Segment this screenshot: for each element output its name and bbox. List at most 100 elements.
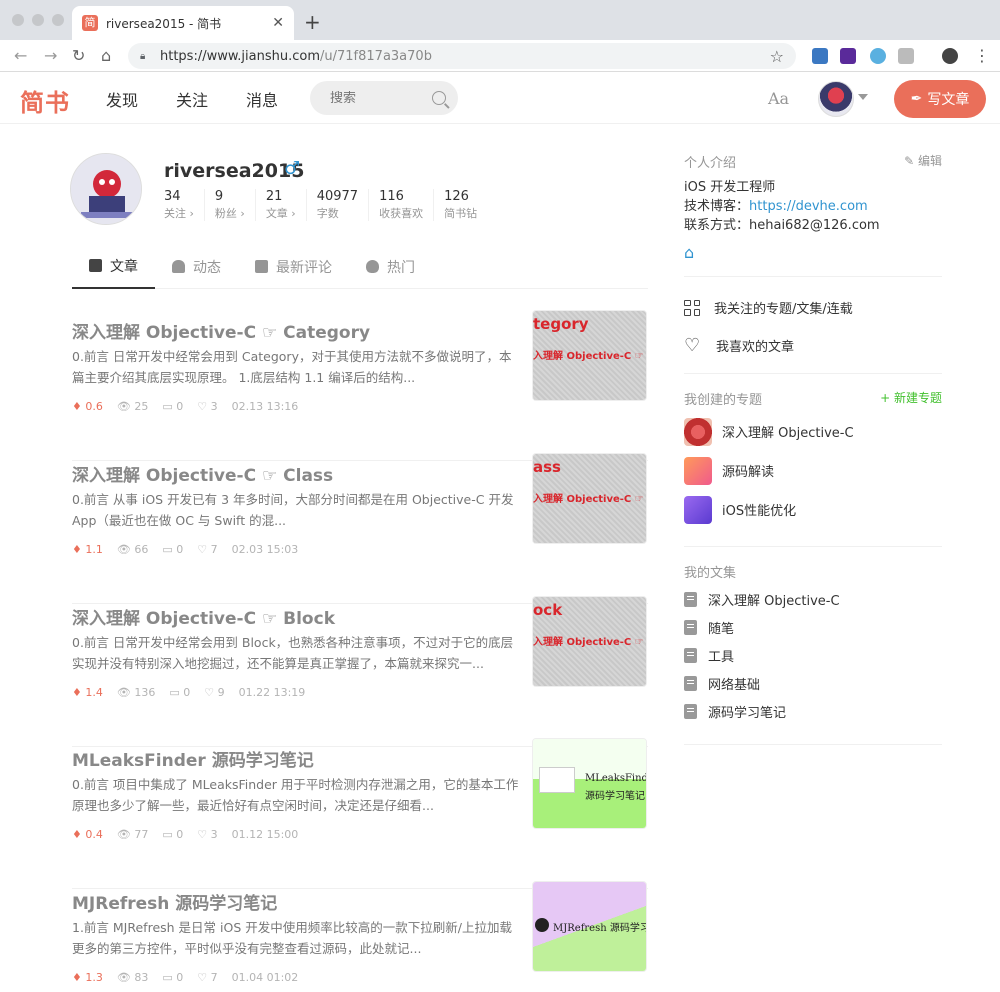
jianshu-logo[interactable]: 简书 bbox=[20, 83, 70, 118]
notebook-item[interactable]: 网络基础 bbox=[684, 669, 942, 697]
collection-item[interactable]: 源码解读 bbox=[684, 451, 942, 490]
divider bbox=[684, 744, 942, 745]
article-thumbnail[interactable]: MLeaksFinder源码学习笔记 bbox=[532, 738, 647, 829]
comments-count[interactable]: ▭ 0 bbox=[162, 400, 183, 413]
close-window-button[interactable] bbox=[12, 14, 24, 26]
main-nav: 发现 关注 消息 bbox=[106, 87, 278, 111]
home-icon[interactable]: ⌂ bbox=[684, 243, 942, 262]
comments-count[interactable]: ▭ 0 bbox=[162, 828, 183, 841]
comments-count[interactable]: ▭ 0 bbox=[162, 971, 183, 984]
user-avatar[interactable] bbox=[818, 81, 854, 117]
profile-avatar[interactable] bbox=[70, 153, 142, 225]
article-meta: ♦ 1.3 👁︎ 83 ▭ 0 ♡ 7 01.04 01:02 bbox=[72, 971, 298, 984]
stat-following[interactable]: 34 关注 › bbox=[164, 189, 204, 221]
fire-icon bbox=[366, 260, 379, 273]
article-abstract: 0.前言 日常开发中经常会用到 Block，也熟悉各种注意事项，不过对于它的底层… bbox=[72, 635, 514, 671]
article-title[interactable]: MLeaksFinder 源码学习笔记 bbox=[72, 746, 314, 771]
publish-time: 01.12 15:00 bbox=[231, 828, 299, 841]
stat-followers[interactable]: 9 粉丝 › bbox=[203, 189, 255, 221]
article-thumbnail[interactable]: ock入理解 Objective-C ☞ Bloc bbox=[532, 596, 647, 687]
address-bar: ← → ↻ ⌂ 🔒︎ https://www.jianshu.com/u/71f… bbox=[0, 40, 1000, 72]
article-title[interactable]: 深入理解 Objective-C ☞ Category bbox=[72, 318, 370, 343]
tab-hot[interactable]: 热门 bbox=[349, 244, 432, 289]
diamond-icon: ♦ 0.4 bbox=[72, 828, 103, 841]
article-abstract: 1.前言 MJRefresh 是日常 iOS 开发中使用频率比较高的一款下拉刷新… bbox=[72, 920, 512, 956]
article-title[interactable]: 深入理解 Objective-C ☞ Block bbox=[72, 604, 335, 629]
reload-icon[interactable]: ↻ bbox=[72, 46, 85, 65]
stat-diamonds: 126 简书钻 bbox=[433, 189, 487, 221]
blog-link[interactable]: https://devhe.com bbox=[749, 199, 868, 214]
close-tab-icon[interactable]: ✕ bbox=[272, 15, 284, 31]
document-icon bbox=[89, 259, 102, 272]
tab-activity[interactable]: 动态 bbox=[155, 244, 238, 289]
screenshot-window bbox=[539, 767, 575, 793]
notebook-item[interactable]: 工具 bbox=[684, 641, 942, 669]
intro-header: 个人介绍 ✎ 编辑 bbox=[684, 152, 942, 172]
views-count[interactable]: 👁︎ 66 bbox=[117, 543, 148, 556]
article-thumbnail[interactable]: ass入理解 Objective-C ☞ Clas bbox=[532, 453, 647, 544]
extension-icon[interactable] bbox=[812, 48, 828, 64]
collection-item[interactable]: iOS性能优化 bbox=[684, 490, 942, 529]
bookmark-star-icon[interactable]: ☆ bbox=[770, 47, 784, 66]
collection-item[interactable]: 深入理解 Objective-C bbox=[684, 412, 942, 451]
stat-articles[interactable]: 21 文章 › bbox=[254, 189, 306, 221]
article-thumbnail[interactable]: MJRefresh 源码学习笔记 bbox=[532, 881, 647, 972]
chevron-down-icon[interactable] bbox=[858, 94, 868, 100]
views-count[interactable]: 👁︎ 136 bbox=[117, 686, 155, 699]
menu-icon[interactable]: ⋮ bbox=[974, 46, 990, 65]
home-icon[interactable]: ⌂ bbox=[101, 46, 111, 65]
browser-tab[interactable]: 简 riversea2015 - 简书 ✕ bbox=[72, 6, 294, 40]
comments-count[interactable]: ▭ 0 bbox=[169, 686, 190, 699]
nav-follow[interactable]: 关注 bbox=[176, 87, 208, 111]
followed-collections-link[interactable]: 我关注的专题/文集/连载 bbox=[684, 298, 942, 317]
minimize-window-button[interactable] bbox=[32, 14, 44, 26]
url-field[interactable]: 🔒︎ https://www.jianshu.com/u/71f817a3a70… bbox=[128, 43, 796, 69]
article-item: MJRefresh 源码学习笔记 1.前言 MJRefresh 是日常 iOS … bbox=[72, 881, 648, 992]
back-icon[interactable]: ← bbox=[14, 46, 27, 65]
notebook-icon bbox=[684, 703, 697, 719]
extension-icon[interactable] bbox=[898, 48, 914, 64]
font-settings-button[interactable]: Aa bbox=[768, 89, 789, 108]
divider bbox=[684, 546, 942, 547]
article-item: MLeaksFinder 源码学习笔记 0.前言 项目中集成了 MLeaksFi… bbox=[72, 738, 648, 889]
diamond-icon: ♦ 1.3 bbox=[72, 971, 103, 984]
article-title[interactable]: MJRefresh 源码学习笔记 bbox=[72, 889, 277, 914]
article-abstract: 0.前言 项目中集成了 MLeaksFinder 用于平时检测内存泄漏之用，它的… bbox=[72, 777, 519, 813]
nav-messages[interactable]: 消息 bbox=[246, 87, 278, 111]
forward-icon[interactable]: → bbox=[44, 46, 57, 65]
notebook-item[interactable]: 深入理解 Objective-C bbox=[684, 585, 942, 613]
liked-articles-link[interactable]: ♡ 我喜欢的文章 bbox=[684, 336, 942, 355]
zoom-window-button[interactable] bbox=[52, 14, 64, 26]
site-header: 简书 发现 关注 消息 Aa ✒︎ 写文章 bbox=[0, 73, 1000, 124]
search-input[interactable] bbox=[330, 90, 432, 106]
views-count[interactable]: 👁︎ 25 bbox=[117, 400, 148, 413]
tab-articles[interactable]: 文章 bbox=[72, 244, 155, 289]
notebooks-list: 深入理解 Objective-C 随笔 工具 网络基础 源码学习笔记 bbox=[684, 585, 942, 725]
notebook-item[interactable]: 源码学习笔记 bbox=[684, 697, 942, 725]
notebook-item[interactable]: 随笔 bbox=[684, 613, 942, 641]
write-article-button[interactable]: ✒︎ 写文章 bbox=[894, 80, 986, 118]
new-collection-button[interactable]: + 新建专题 bbox=[880, 389, 942, 406]
collections-list: 深入理解 Objective-C 源码解读 iOS性能优化 bbox=[684, 412, 942, 529]
nav-discover[interactable]: 发现 bbox=[106, 87, 138, 111]
views-count[interactable]: 👁︎ 77 bbox=[117, 828, 148, 841]
views-count[interactable]: 👁︎ 83 bbox=[117, 971, 148, 984]
article-meta: ♦ 1.1 👁︎ 66 ▭ 0 ♡ 7 02.03 15:03 bbox=[72, 543, 298, 556]
likes-count: ♡ 9 bbox=[204, 686, 225, 699]
edit-intro-button[interactable]: ✎ 编辑 bbox=[904, 152, 942, 169]
cloud-extension-icon[interactable] bbox=[870, 48, 886, 64]
notebook-icon bbox=[684, 675, 697, 691]
browser-tab-bar: 简 riversea2015 - 简书 ✕ + bbox=[0, 0, 1000, 40]
extension-icon[interactable] bbox=[840, 48, 856, 64]
notebook-icon bbox=[684, 591, 697, 607]
new-tab-icon[interactable]: + bbox=[304, 10, 321, 34]
article-thumbnail[interactable]: tegory入理解 Objective-C ☞ Categ bbox=[532, 310, 647, 401]
search-icon[interactable] bbox=[432, 91, 446, 105]
article-title[interactable]: 深入理解 Objective-C ☞ Class bbox=[72, 461, 333, 486]
created-collections-header: 我创建的专题 + 新建专题 bbox=[684, 389, 942, 408]
profile-icon[interactable] bbox=[942, 48, 958, 64]
comments-count[interactable]: ▭ 0 bbox=[162, 543, 183, 556]
tab-latest-comments[interactable]: 最新评论 bbox=[238, 244, 349, 289]
stat-words: 40977 字数 bbox=[305, 189, 368, 221]
stat-likes: 116 收获喜欢 bbox=[368, 189, 433, 221]
